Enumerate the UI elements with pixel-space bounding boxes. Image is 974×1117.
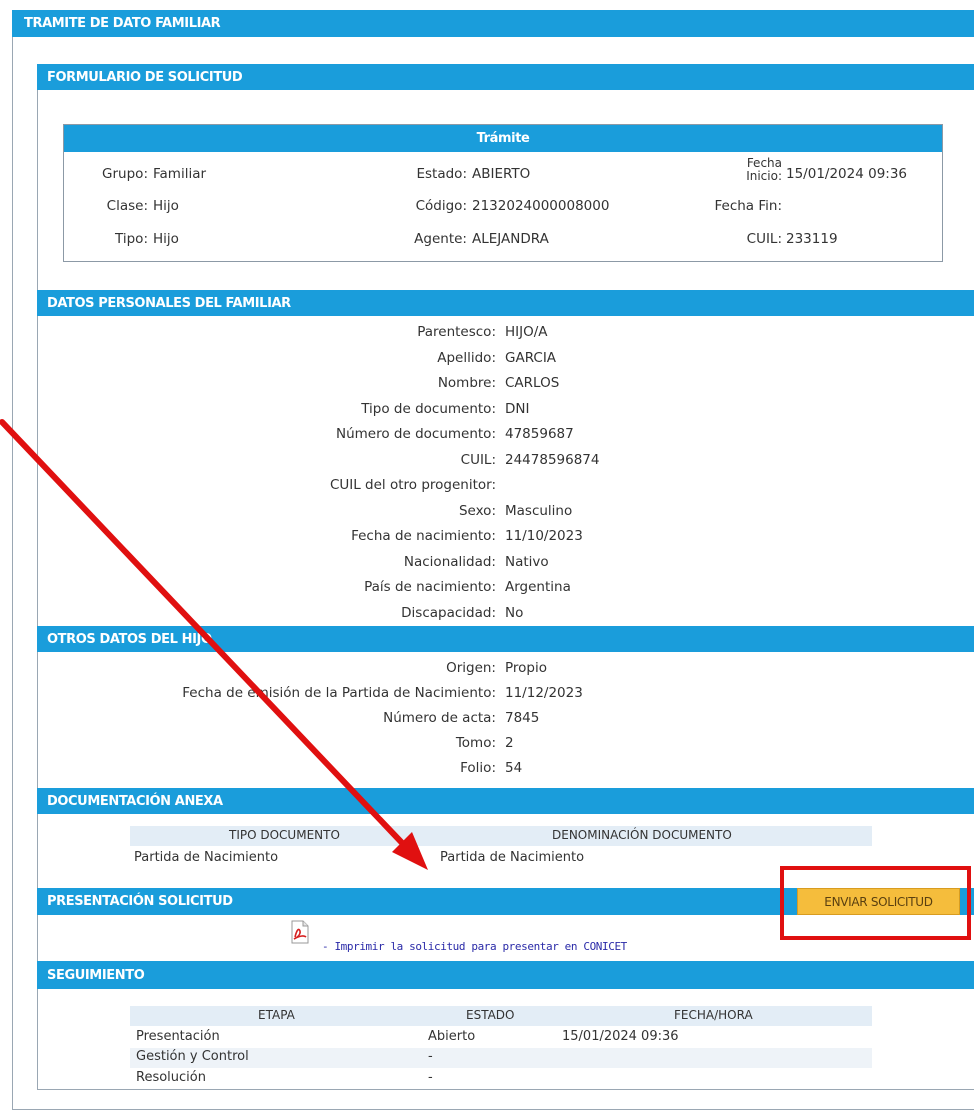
tipo-label: Tipo: [115, 231, 148, 247]
grupo-value: Familiar [153, 166, 207, 182]
clase-label: Clase: [106, 198, 148, 214]
otros-datos-field-value: 54 [505, 760, 523, 776]
seguimiento-title: SEGUIMIENTO [37, 961, 974, 989]
datos-personales-field-label: Discapacidad: [401, 604, 496, 621]
col-tipo-documento: TIPO DOCUMENTO [229, 828, 340, 842]
datos-personales-field-label: Nombre: [437, 375, 496, 391]
datos-personales-field-value: GARCIA [505, 349, 557, 366]
col-etapa: ETAPA [258, 1008, 295, 1022]
datos-personales-field-value: 11/10/2023 [505, 528, 583, 544]
col-fecha-hora: FECHA/HORA [674, 1008, 753, 1022]
estado-cell: - [428, 1070, 433, 1085]
datos-personales-field-label: Fecha de nacimiento: [351, 528, 496, 544]
grupo-label: Grupo: [102, 166, 148, 182]
codigo-label: Código: [415, 198, 467, 214]
cuil-label: CUIL: [746, 231, 782, 247]
otros-datos-field-label: Fecha de emisión de la Partida de Nacimi… [182, 685, 496, 701]
pdf-icon[interactable] [290, 920, 310, 944]
col-denominacion-documento: DENOMINACIÓN DOCUMENTO [552, 828, 732, 842]
datos-personales-field-value: Argentina [505, 579, 571, 595]
etapa-cell: Resolución [136, 1070, 206, 1085]
estado-label: Estado: [416, 166, 467, 182]
documentacion-table: TIPO DOCUMENTO DENOMINACIÓN DOCUMENTO Pa… [130, 826, 872, 870]
datos-personales-field-label: CUIL del otro progenitor: [329, 477, 496, 493]
otros-datos-field-label: Folio: [460, 760, 496, 776]
otros-datos-field-label: Número de acta: [383, 710, 496, 726]
otros-datos-field-value: 2 [505, 735, 514, 751]
datos-personales-field-value: Nativo [505, 553, 549, 570]
datos-personales-field-label: Tipo de documento: [361, 400, 496, 417]
datos-personales-field-value: 24478596874 [505, 451, 600, 468]
datos-personales-field-label: Apellido: [437, 349, 496, 366]
clase-value: Hijo [153, 198, 179, 214]
fecha-inicio-label: Fecha Inicio: [746, 156, 782, 183]
datos-personales-field-value: Masculino [505, 502, 573, 519]
codigo-value: 2132024000008000 [472, 198, 610, 214]
estado-value: ABIERTO [472, 166, 531, 182]
enviar-solicitud-button[interactable]: ENVIAR SOLICITUD [797, 888, 960, 915]
seguimiento-table: ETAPA ESTADO FECHA/HORA Presentación Abi… [130, 1006, 872, 1090]
datos-personales-field-label: País de nacimiento: [364, 579, 496, 595]
doc-tipo-cell: Partida de Nacimiento [134, 850, 279, 865]
datos-personales-field-label: Sexo: [458, 502, 496, 519]
datos-personales-field-value: HIJO/A [505, 324, 548, 340]
datos-personales-field-value: DNI [505, 400, 530, 417]
fecha-inicio-value: 15/01/2024 09:36 [786, 166, 908, 182]
etapa-cell: Gestión y Control [136, 1049, 249, 1064]
datos-personales-field-value: CARLOS [505, 375, 560, 391]
otros-datos-field-label: Origen: [446, 660, 496, 676]
doc-denominacion-cell: Partida de Nacimiento [440, 850, 585, 865]
otros-datos-field-value: 7845 [505, 710, 540, 726]
datos-personales-field-label: CUIL: [460, 451, 496, 468]
datos-personales-field-value: 47859687 [505, 426, 574, 442]
datos-personales-field-label: Parentesco: [417, 324, 496, 340]
tipo-value: Hijo [153, 231, 179, 247]
cuil-value: 233119 [786, 231, 838, 247]
etapa-cell: Presentación [136, 1029, 220, 1044]
agente-label: Agente: [414, 231, 467, 247]
fecha-cell: 15/01/2024 09:36 [562, 1029, 679, 1044]
datos-personales-title: DATOS PERSONALES DEL FAMILIAR [37, 290, 974, 316]
datos-personales-field-label: Nacionalidad: [403, 553, 496, 570]
estado-cell: - [428, 1049, 433, 1064]
form-title: FORMULARIO DE SOLICITUD [37, 64, 974, 90]
datos-personales-field-label: Número de documento: [335, 426, 496, 442]
tramite-title: Trámite [64, 125, 942, 152]
otros-datos-field-value: Propio [505, 660, 547, 676]
fecha-fin-label: Fecha Fin: [714, 198, 782, 214]
datos-personales-field-value: No [505, 604, 524, 621]
page-title: TRAMITE DE DATO FAMILIAR [12, 10, 974, 37]
print-solicitud-link[interactable]: - Imprimir la solicitud para presentar e… [322, 940, 627, 953]
agente-value: ALEJANDRA [472, 231, 549, 247]
col-estado: ESTADO [466, 1008, 515, 1022]
otros-datos-field-value: 11/12/2023 [505, 685, 583, 701]
documentacion-title: DOCUMENTACIÓN ANEXA [37, 788, 974, 814]
estado-cell: Abierto [428, 1029, 476, 1044]
otros-datos-field-label: Tomo: [455, 735, 496, 751]
otros-datos-title: OTROS DATOS DEL HIJO [37, 626, 974, 652]
